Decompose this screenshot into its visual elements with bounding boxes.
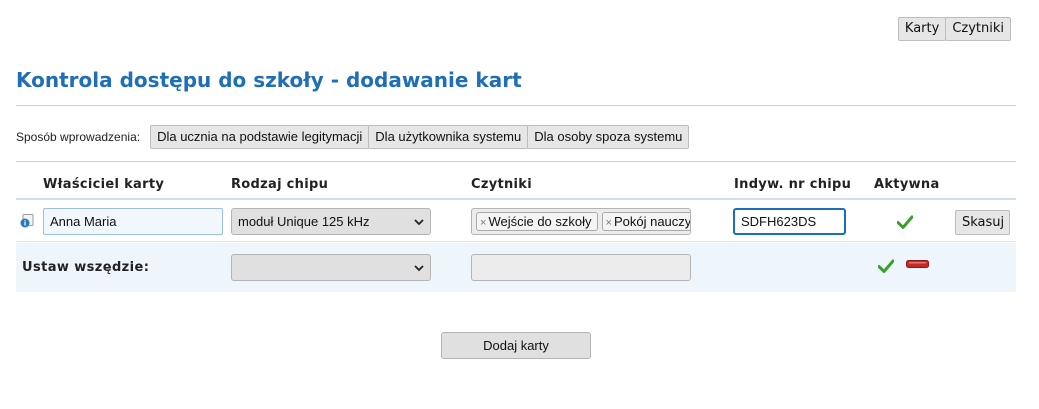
header-chip-number: Indyw. nr chipu	[734, 177, 852, 192]
delete-button[interactable]: Skasuj	[955, 210, 1010, 235]
check-icon[interactable]	[897, 215, 913, 229]
header-chip-type: Rodzaj chipu	[231, 177, 329, 192]
chevron-down-icon	[414, 219, 424, 226]
info-icon[interactable]	[20, 214, 34, 228]
page-title: Kontrola dostępu do szkoły - dodawanie k…	[16, 68, 522, 92]
mode-system-user-button[interactable]: Dla użytkownika systemu	[368, 125, 529, 149]
cards-button[interactable]: Karty	[897, 17, 947, 41]
mode-student-button[interactable]: Dla ucznia na podstawie legitymacji	[150, 125, 370, 149]
chip-type-value: moduł Unique 125 kHz	[238, 214, 370, 229]
header-readers: Czytniki	[471, 177, 533, 192]
readers-multiselect[interactable]: ×Wejście do szkoły×Pokój nauczycielski	[471, 208, 691, 235]
owner-input[interactable]	[43, 208, 223, 235]
readers-button[interactable]: Czytniki	[945, 17, 1011, 41]
bulk-label: Ustaw wszędzie:	[22, 260, 150, 275]
add-cards-button[interactable]: Dodaj karty	[441, 332, 591, 359]
remove-tag-icon[interactable]: ×	[480, 217, 486, 229]
chevron-down-icon	[414, 265, 424, 272]
mode-external-person-button[interactable]: Dla osoby spoza systemu	[527, 125, 690, 149]
chip-type-select[interactable]: moduł Unique 125 kHz	[231, 208, 431, 235]
table-row: moduł Unique 125 kHz ×Wejście do szkoły×…	[16, 201, 1016, 242]
entry-mode-row: Sposób wprowadzenia: Dla ucznia na podst…	[16, 125, 690, 149]
bulk-row: Ustaw wszędzie:	[16, 243, 1016, 292]
reader-tag[interactable]: ×Pokój nauczycielski	[601, 212, 690, 231]
remove-tag-icon[interactable]: ×	[606, 217, 612, 229]
divider	[16, 161, 1016, 162]
divider	[16, 105, 1016, 106]
reader-tag[interactable]: × Wejście do szkoły	[476, 212, 598, 231]
table-header: Właściciel karty Rodzaj chipu Czytniki I…	[16, 171, 1016, 200]
entry-mode-label: Sposób wprowadzenia:	[16, 130, 141, 144]
check-all-icon[interactable]	[878, 259, 894, 273]
header-owner: Właściciel karty	[43, 177, 165, 192]
top-nav: Karty Czytniki	[897, 17, 1011, 41]
uncheck-all-icon[interactable]	[906, 260, 929, 268]
chip-number-input[interactable]	[733, 208, 846, 235]
bulk-chip-type-select[interactable]	[231, 254, 431, 281]
header-active: Aktywna	[874, 177, 940, 192]
bulk-readers-multiselect[interactable]	[471, 254, 691, 281]
